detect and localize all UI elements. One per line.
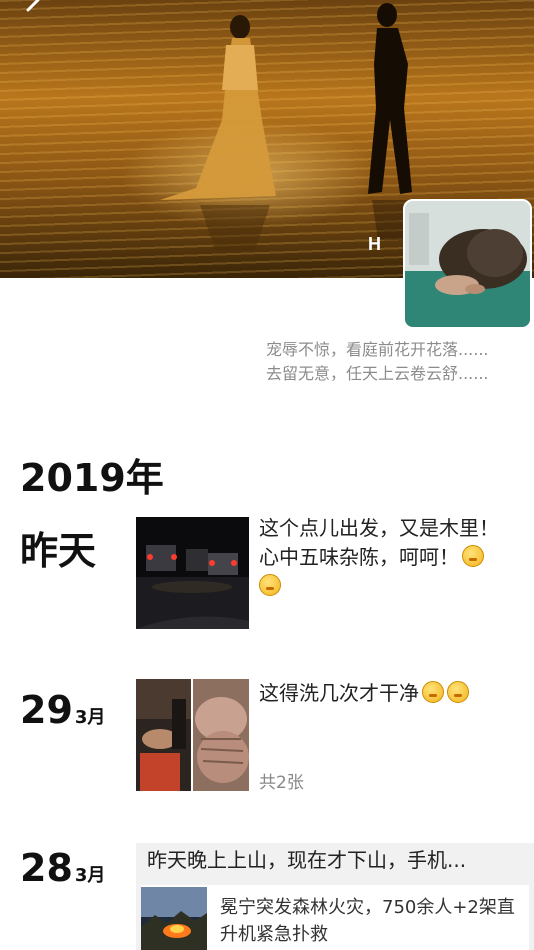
- emoji-icon: [447, 681, 469, 703]
- post-text-segment: 这得洗几次才干净: [259, 681, 419, 705]
- post-text-segment: 心中五味杂陈，呵呵！: [259, 545, 459, 569]
- emoji-icon: [422, 681, 444, 703]
- date-month: 3月: [74, 865, 106, 886]
- hands-image: [193, 679, 249, 791]
- link-title: 冕宁突发森林火灾，750余人+2架直升机紧急扑救: [220, 897, 515, 945]
- profile-name: H: [368, 234, 381, 254]
- night-road-image: [136, 517, 249, 629]
- car-interior-image: [136, 679, 191, 791]
- post-text: 昨天晚上上山，现在才下山，手机...: [147, 848, 467, 872]
- post-photo-left[interactable]: [136, 679, 191, 791]
- avatar-photo: [405, 201, 530, 327]
- profile-signature: 宠辱不惊，看庭前花开花落...... 去留无意，任天上云卷云舒......: [266, 338, 532, 386]
- forest-fire-image: [141, 887, 207, 950]
- timeline-year: 2019年: [20, 456, 164, 500]
- post-text: 这得洗几次才干净: [259, 679, 529, 708]
- post-text-line: 心中五味杂陈，呵呵！: [259, 543, 529, 572]
- back-arrow-icon[interactable]: [18, 0, 48, 24]
- post-text-line: [259, 572, 529, 601]
- photo-count: 共2张: [259, 773, 304, 793]
- post-date-yesterday: 昨天: [20, 529, 97, 573]
- post-text: 这个点儿出发，又是木里！ 心中五味杂陈，呵呵！: [259, 514, 529, 601]
- post-date: 29 3月: [20, 688, 105, 732]
- emoji-icon: [462, 545, 484, 567]
- date-month: 3月: [74, 707, 106, 728]
- post-photo-night-road[interactable]: [136, 517, 249, 629]
- emoji-icon: [259, 574, 281, 596]
- post-photo-right[interactable]: [193, 679, 249, 791]
- signature-line: 宠辱不惊，看庭前花开花落......: [266, 340, 489, 359]
- date-day: 28: [20, 846, 73, 890]
- post-text-line: 这个点儿出发，又是木里！: [259, 516, 499, 540]
- link-thumbnail: [141, 887, 207, 950]
- avatar[interactable]: [403, 199, 532, 329]
- date-day: 29: [20, 688, 73, 732]
- signature-line: 去留无意，任天上云卷云舒......: [266, 364, 489, 383]
- post-date: 28 3月: [20, 846, 105, 890]
